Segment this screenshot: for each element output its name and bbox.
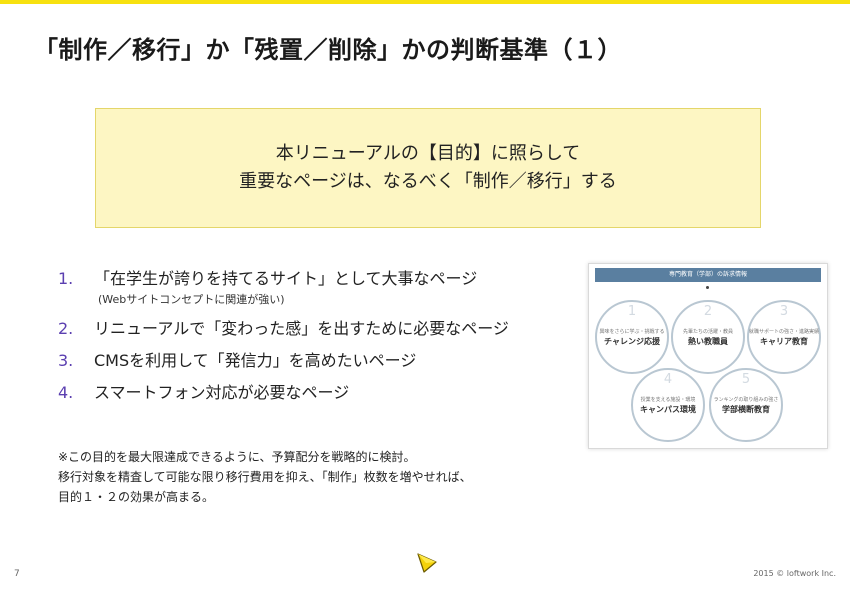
list-item-text: スマートフォン対応が必要なページ [94,383,350,402]
footnote-line-1: ※この目的を最大限達成できるように、予算配分を戦略的に検討。 [58,450,416,464]
loftwork-logo-icon [417,553,437,573]
circle-label: キャンパス環境 [640,404,696,414]
circle-label: チャレンジ応援 [604,336,660,346]
circle-caption: 就職サポートの強さ・進路実績 [749,328,820,335]
circle-number: 2 [703,304,713,319]
list-item-text: 「在学生が誇りを持てるサイト」として大事なページ [94,269,478,288]
list-item-text: リニューアルで「変わった感」を出すために必要なページ [94,319,509,338]
circle-number: 3 [779,304,789,319]
circle-number: 4 [663,372,673,387]
circle-number: 1 [627,304,637,319]
list-item: 4. スマートフォン対応が必要なページ [58,382,568,404]
list-item-number: 2. [58,319,74,338]
thumbnail-circle: 3 就職サポートの強さ・進路実績 キャリア教育 [747,300,821,374]
key-message-line-2: 重要なページは、なるべく「制作／移行」する [239,171,617,192]
footnote: ※この目的を最大限達成できるように、予算配分を戦略的に検討。 移行対象を精査して… [58,447,618,507]
thumbnail-circle: 4 授業を支える施設・環境 キャンパス環境 [631,368,705,442]
thumbnail-circle: 5 ランキングの取り組みの強さ 学部横断教育 [709,368,783,442]
footnote-line-3: 目的１・２の効果が高まる。 [58,490,215,504]
page-number: 7 [14,569,20,579]
list-item: 2. リニューアルで「変わった感」を出すために必要なページ [58,318,568,340]
thumbnail-circle: 2 先輩たちの活躍・教員 熱い教職員 [671,300,745,374]
list-item-number: 4. [58,383,74,402]
circle-label: 学部横断教育 [722,404,770,414]
circle-caption: 授業を支える施設・環境 [640,396,696,403]
key-message-box: 本リニューアルの【目的】に照らして 重要なページは、なるべく「制作／移行」する [95,108,761,228]
key-message-line-1: 本リニューアルの【目的】に照らして [275,143,581,164]
list-item-text: CMSを利用して「発信力」を高めたいページ [94,351,417,370]
criteria-list: 1. 「在学生が誇りを持てるサイト」として大事なページ (Webサイトコンセプト… [58,268,568,414]
thumbnail-bullet [706,286,709,289]
circle-label: キャリア教育 [760,336,808,346]
top-accent-bar [0,0,850,4]
copyright: 2015 © loftwork Inc. [753,569,836,578]
list-item-subtext: (Webサイトコンセプトに関連が強い) [98,293,285,306]
circle-label: 熱い教職員 [688,336,728,346]
list-item: 1. 「在学生が誇りを持てるサイト」として大事なページ (Webサイトコンセプト… [58,268,568,308]
list-item: 3. CMSを利用して「発信力」を高めたいページ [58,350,568,372]
page-title: 「制作／移行」か「残置／削除」かの判断基準（１） [34,36,622,64]
circle-caption: 興味をさらに学ぶ・挑戦する [599,328,665,335]
footnote-line-2: 移行対象を精査して可能な限り移行費用を抑え、「制作」枚数を増やせれば、 [58,470,472,484]
circle-number: 5 [741,372,751,387]
list-item-number: 3. [58,351,74,370]
circle-caption: ランキングの取り組みの強さ [713,396,779,403]
slide-thumbnail: 専門教育（学部）の訴求情報 1 興味をさらに学ぶ・挑戦する チャレンジ応援 2 … [588,263,828,449]
circle-caption: 先輩たちの活躍・教員 [682,328,733,335]
list-item-number: 1. [58,269,74,288]
thumbnail-header: 専門教育（学部）の訴求情報 [595,268,821,282]
thumbnail-circle: 1 興味をさらに学ぶ・挑戦する チャレンジ応援 [595,300,669,374]
